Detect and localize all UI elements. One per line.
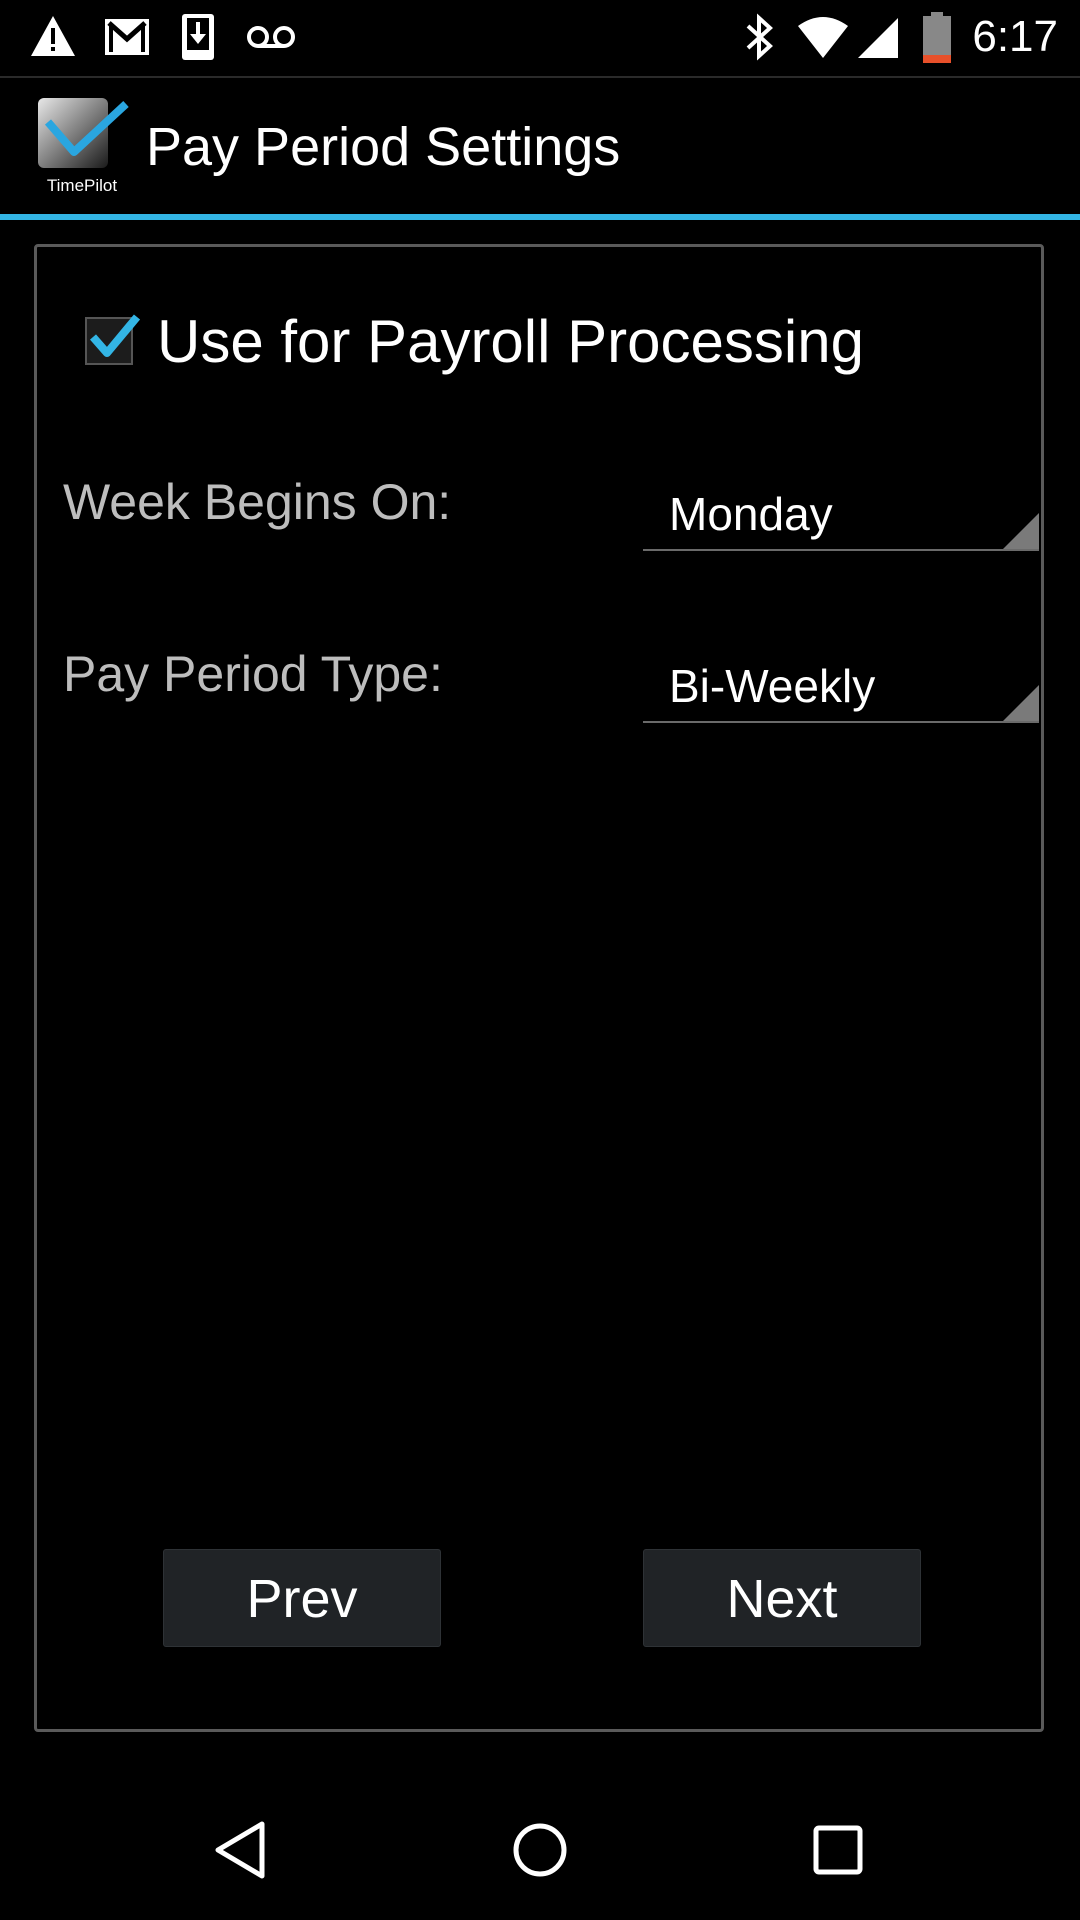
week-begins-value: Monday [669, 488, 833, 540]
timepilot-logo-icon [38, 98, 129, 168]
next-button[interactable]: Next [643, 1549, 921, 1647]
app-logo[interactable]: TimePilot [34, 96, 130, 196]
navigation-bar [0, 1776, 1080, 1920]
voicemail-icon [246, 24, 296, 55]
pay-period-type-value: Bi-Weekly [669, 660, 876, 712]
status-time: 6:17 [972, 12, 1058, 61]
bluetooth-icon [744, 12, 776, 67]
home-icon[interactable] [510, 1820, 570, 1885]
warning-icon [30, 14, 76, 63]
back-icon[interactable] [212, 1820, 268, 1885]
spinner-arrow-icon [1003, 685, 1039, 721]
week-begins-spinner[interactable]: Monday [643, 477, 1039, 551]
prev-button[interactable]: Prev [163, 1549, 441, 1647]
checkmark-icon [89, 314, 141, 357]
spinner-arrow-icon [1003, 513, 1039, 549]
payroll-checkbox-row[interactable]: Use for Payroll Processing [85, 301, 864, 381]
week-begins-label: Week Begins On: [63, 474, 452, 530]
recents-icon[interactable] [812, 1824, 864, 1881]
pay-period-type-spinner[interactable]: Bi-Weekly [643, 649, 1039, 723]
pay-period-type-label: Pay Period Type: [63, 646, 443, 702]
download-icon [180, 12, 216, 67]
signal-icon [856, 16, 900, 65]
payroll-checkbox[interactable] [85, 314, 141, 365]
wifi-icon [796, 14, 850, 65]
gmail-icon [104, 18, 150, 61]
battery-icon [922, 12, 952, 69]
settings-panel: Use for Payroll Processing Week Begins O… [34, 244, 1044, 1732]
status-bar: 6:17 [0, 0, 1080, 78]
app-logo-text: TimePilot [46, 176, 118, 195]
payroll-checkbox-label: Use for Payroll Processing [157, 307, 864, 375]
action-bar: TimePilot Pay Period Settings [0, 78, 1080, 220]
page-title: Pay Period Settings [146, 117, 621, 177]
